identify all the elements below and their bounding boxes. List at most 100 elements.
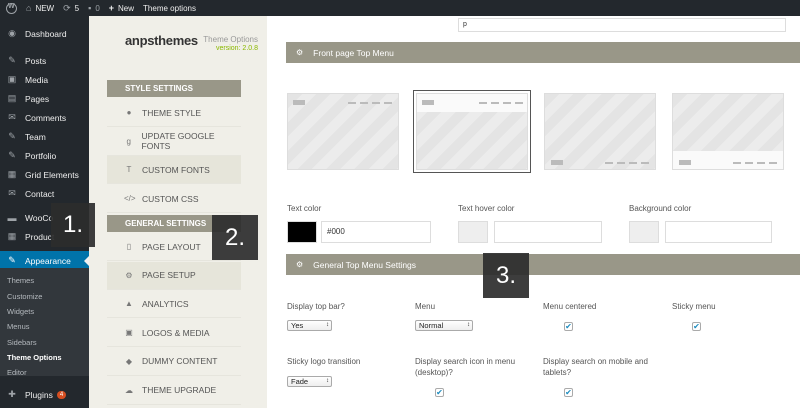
menu-centered-label: Menu centered [543, 302, 597, 311]
sidebar-item-label: Team [25, 131, 46, 142]
layout-option-1[interactable] [287, 93, 399, 170]
pin-icon: ✎ [8, 55, 16, 65]
sidebar-item-plugins[interactable]: ✚ Plugins 4 [0, 385, 89, 404]
plus-icon: + [108, 3, 115, 13]
text-hover-color-input[interactable] [494, 221, 602, 243]
submenu-item-sidebars[interactable]: Sidebars [7, 338, 37, 347]
search-icon-label-line1: Display search icon in menu [415, 357, 516, 366]
text-hover-color-swatch[interactable] [458, 221, 488, 243]
sticky-menu-checkbox[interactable]: ✔ [692, 322, 701, 331]
gear-icon: ⚙ [296, 260, 304, 269]
search-mobile-label-line1: Display search on mobile and [543, 357, 648, 366]
layout-option-4[interactable] [672, 93, 784, 170]
menu-centered-checkbox[interactable]: ✔ [564, 322, 573, 331]
options-nav-theme-style[interactable]: ● THEME STYLE [107, 99, 241, 127]
layout-option-2[interactable] [413, 90, 531, 173]
options-nav-label: LOGOS & MEDIA [142, 327, 210, 338]
options-nav-label: THEME UPGRADE [142, 385, 217, 395]
options-nav-custom-fonts[interactable]: T CUSTOM FONTS [107, 156, 241, 185]
search-icon-checkbox[interactable]: ✔ [435, 388, 444, 397]
options-nav-custom-css[interactable]: </> CUSTOM CSS [107, 185, 241, 214]
gear-icon: ⚙ [296, 48, 304, 57]
text-color-swatch[interactable] [287, 221, 317, 243]
drop-icon: ● [126, 108, 132, 117]
options-nav-dummy-content[interactable]: ◆ DUMMY CONTENT [107, 348, 241, 376]
theme-options-link[interactable]: Theme options [143, 4, 196, 13]
woocommerce-icon: ▬ [7, 212, 17, 223]
sidebar-item-comments[interactable]: ✉ Comments [0, 108, 89, 127]
sidebar-item-media[interactable]: ▣ Media [0, 70, 89, 89]
new-content-link[interactable]: + New [109, 3, 134, 13]
comments-link[interactable]: ▪ 0 [88, 3, 100, 13]
top-text-input[interactable]: p [458, 18, 786, 32]
comments-icon: ✉ [8, 112, 16, 122]
submenu-item-theme-options[interactable]: Theme Options [7, 353, 62, 362]
sidebar-item-label: Posts [25, 55, 47, 66]
plugins-update-badge: 4 [56, 390, 67, 399]
options-nav-label: ANALYTICS [142, 298, 189, 309]
sidebar-item-label: Pages [25, 93, 50, 104]
sidebar-item-pages[interactable]: ▤ Pages [0, 89, 89, 108]
front-page-top-menu-bar: ⚙ Front page Top Menu [286, 42, 800, 63]
display-top-bar-select[interactable]: Yes [287, 320, 332, 331]
chart-icon: ▲ [125, 299, 133, 309]
main-panel [267, 16, 800, 408]
pin-icon: ✎ [8, 150, 16, 160]
sticky-menu-label: Sticky menu [672, 302, 716, 311]
options-nav-theme-upgrade[interactable]: ☁ THEME UPGRADE [107, 377, 241, 405]
mail-icon: ✉ [8, 188, 16, 198]
pin-icon: ✎ [8, 131, 16, 141]
sidebar-item-portfolio[interactable]: ✎ Portfolio [0, 146, 89, 165]
options-nav-label: THEME STYLE [142, 107, 202, 118]
dropbox-icon: ◆ [125, 356, 133, 366]
menu-label: Menu [415, 302, 436, 311]
submenu-item-themes[interactable]: Themes [7, 276, 34, 285]
google-icon: g [126, 136, 131, 146]
options-nav-update-google-fonts[interactable]: g UPDATE GOOGLE FONTS [107, 128, 241, 156]
options-nav-label: PAGE SETUP [142, 270, 196, 281]
general-top-menu-settings-bar: ⚙ General Top Menu Settings [286, 254, 800, 275]
updates-link[interactable]: ⟳ 5 [63, 3, 79, 14]
sidebar-item-label: Product [25, 231, 55, 242]
sidebar-item-team[interactable]: ✎ Team [0, 127, 89, 146]
submenu-item-widgets[interactable]: Widgets [7, 307, 34, 316]
sidebar-item-label: Appearance [25, 255, 71, 266]
sticky-logo-transition-select[interactable]: Fade [287, 376, 332, 387]
options-nav-logos-media[interactable]: ▣ LOGOS & MEDIA [107, 319, 241, 348]
sidebar-item-label: Grid Elements [25, 169, 79, 180]
menu-select[interactable]: Normal [415, 320, 473, 331]
search-mobile-checkbox[interactable]: ✔ [564, 388, 573, 397]
cloud-icon: ☁ [125, 385, 133, 395]
submenu-item-menus[interactable]: Menus [7, 322, 30, 331]
dashboard-icon: ◉ [8, 28, 16, 38]
options-nav-label: PAGE LAYOUT [142, 241, 201, 252]
options-nav-page-setup[interactable]: ⚙ PAGE SETUP [107, 261, 241, 290]
refresh-icon: ⟳ [63, 2, 71, 13]
background-color-label: Background color [629, 204, 692, 213]
font-icon: T [126, 165, 132, 175]
wordpress-logo-icon[interactable] [6, 2, 17, 14]
theme-version: version: 2.0.8 [215, 45, 258, 52]
grid-icon: ▦ [7, 169, 17, 179]
options-nav-analytics[interactable]: ▲ ANALYTICS [107, 290, 241, 319]
layout-option-3[interactable] [544, 93, 656, 170]
sidebar-item-posts[interactable]: ✎ Posts [0, 51, 89, 70]
background-color-swatch[interactable] [629, 221, 659, 243]
home-icon: ⌂ [26, 3, 32, 13]
submenu-item-editor[interactable]: Editor [7, 368, 27, 377]
sidebar-item-label: Media [25, 74, 49, 85]
sidebar-item-label: Portfolio [25, 150, 57, 161]
gear-icon: ⚙ [125, 270, 133, 280]
sidebar-item-grid-elements[interactable]: ▦ Grid Elements [0, 165, 89, 184]
text-color-input[interactable]: #000 [321, 221, 431, 243]
sidebar-item-dashboard[interactable]: ◉ Dashboard [0, 24, 89, 43]
site-name-link[interactable]: ⌂ NEW [26, 3, 54, 13]
text-hover-color-label: Text hover color [458, 204, 515, 213]
submenu-item-customize[interactable]: Customize [7, 292, 42, 301]
comment-icon: ▪ [88, 3, 92, 13]
step-tag-1: 1. [51, 203, 95, 247]
sidebar-item-contact[interactable]: ✉ Contact [0, 184, 89, 203]
background-color-input[interactable] [665, 221, 772, 243]
style-settings-header: STYLE SETTINGS [107, 80, 241, 97]
step-tag-2: 2. [212, 215, 258, 260]
